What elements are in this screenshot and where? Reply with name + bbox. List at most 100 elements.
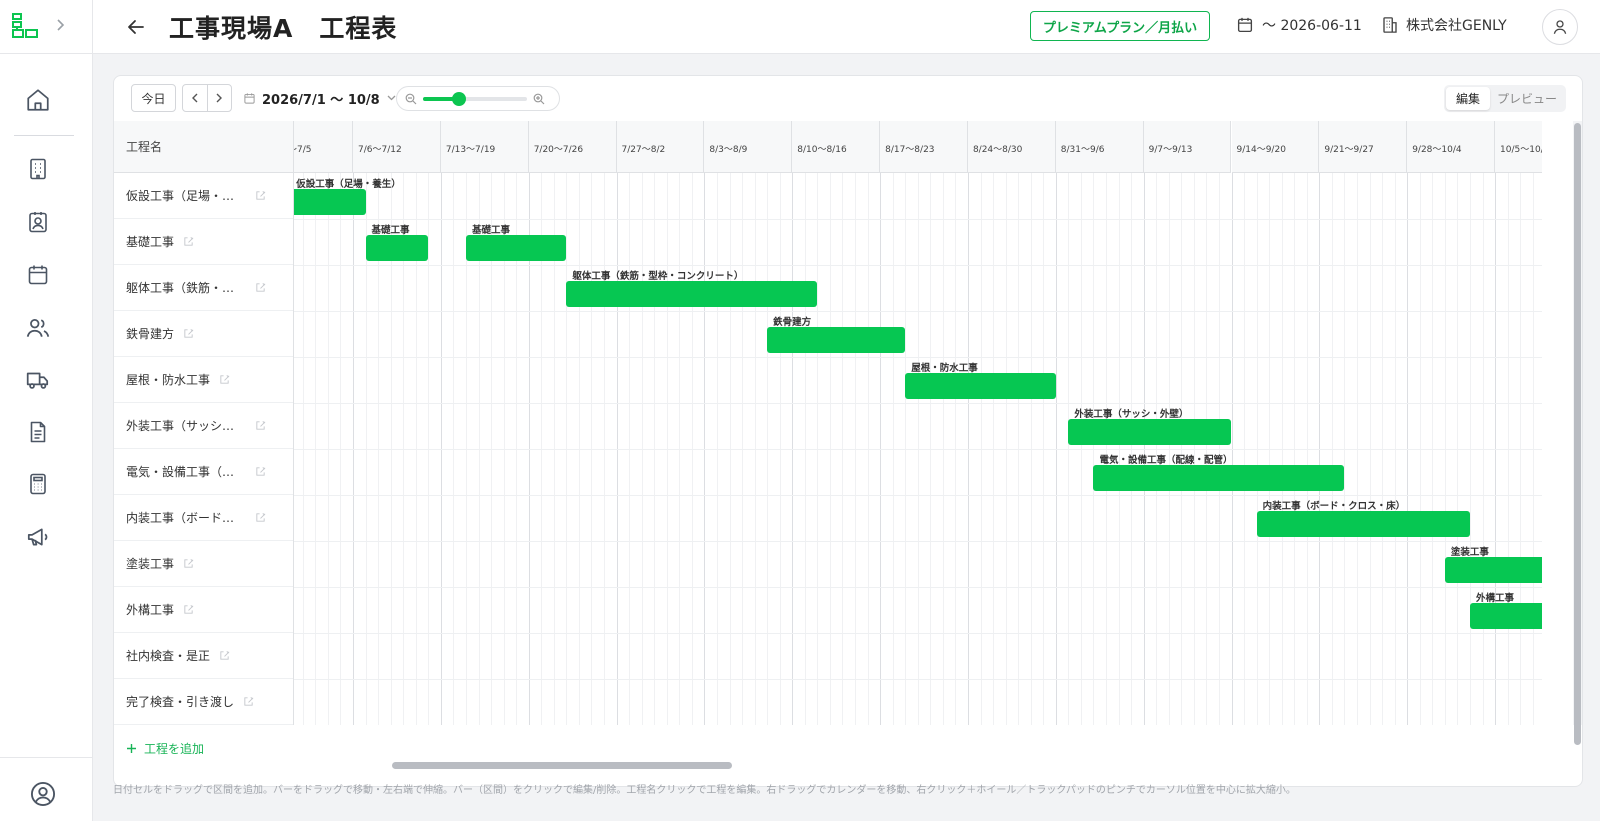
task-row[interactable]: 社内検査・是正 (114, 633, 293, 679)
edit-icon[interactable] (255, 420, 266, 431)
user-menu-button[interactable] (1542, 9, 1578, 45)
back-button[interactable] (123, 14, 149, 40)
truck-icon (25, 367, 51, 393)
task-bar[interactable] (1093, 465, 1345, 491)
horizontal-scrollbar-thumb[interactable] (392, 762, 732, 769)
contract-period: 〜 2026-06-11 (1236, 15, 1362, 35)
task-bar-label: 塗装工事 (1450, 547, 1489, 558)
sidebar-item-schedule[interactable] (21, 258, 55, 292)
zoom-control (396, 86, 560, 111)
task-bar[interactable] (1068, 419, 1232, 445)
task-bar[interactable] (1444, 557, 1542, 583)
task-row[interactable]: 基礎工事 (114, 219, 293, 265)
gantt-toolbar: 今日 2026/7/1 〜 10/8 編集 プレビュー (114, 76, 1582, 122)
next-period-button[interactable] (208, 85, 232, 111)
top-header: 工事現場A 工程表 プレミアムプラン／月払い 〜 2026-06-11 株式会社… (93, 0, 1600, 54)
row-gridline (294, 311, 1542, 312)
add-task-label: 工程を追加 (144, 742, 205, 756)
gantt-timeline[interactable]: 〜7/57/6〜7/127/13〜7/197/20〜7/267/27〜8/28/… (294, 121, 1542, 725)
task-bar[interactable] (566, 281, 818, 307)
week-header: 8/31〜9/6 (1055, 121, 1144, 173)
row-gridline (294, 219, 1542, 220)
edit-icon[interactable] (183, 558, 194, 569)
task-name: 外構工事 (126, 603, 175, 617)
edit-icon[interactable] (219, 374, 230, 385)
edit-icon[interactable] (255, 512, 266, 523)
zoom-out-icon[interactable] (405, 93, 417, 105)
chevron-right-icon[interactable] (54, 17, 66, 33)
task-row[interactable]: 完了検査・引き渡し (114, 679, 293, 725)
sidebar (0, 0, 93, 821)
task-bar[interactable] (767, 327, 906, 353)
task-bar-label: 鉄骨建方 (773, 317, 812, 328)
chevron-right-icon (214, 92, 224, 104)
sidebar-bottom-divider (0, 757, 93, 758)
sidebar-item-estimates[interactable] (21, 467, 55, 501)
task-row[interactable]: 外構工事 (114, 587, 293, 633)
task-bar[interactable] (294, 189, 366, 215)
week-header: 7/13〜7/19 (440, 121, 529, 173)
edit-icon[interactable] (255, 282, 266, 293)
task-bar[interactable] (1256, 511, 1470, 537)
week-header: 8/10〜8/16 (792, 121, 881, 173)
task-row[interactable]: 電気・設備工事（配線・配管） (114, 449, 293, 495)
app-logo[interactable] (12, 13, 39, 39)
mode-edit-button[interactable]: 編集 (1446, 87, 1490, 110)
task-bar-label: 基礎工事 (371, 225, 410, 236)
task-bar-label: 外構工事 (1475, 593, 1514, 604)
sidebar-item-announcements[interactable] (21, 520, 55, 554)
today-button[interactable]: 今日 (131, 84, 176, 112)
task-name: 外装工事（サッシ・外壁） (126, 419, 246, 433)
sidebar-item-delivery[interactable] (21, 363, 55, 397)
mode-preview-button[interactable]: プレビュー (1490, 87, 1564, 110)
company-name: 株式会社GENLY (1406, 18, 1507, 34)
task-row[interactable]: 躯体工事（鉄筋・型枠・コンクリート） (114, 265, 293, 311)
sidebar-item-buildings[interactable] (21, 152, 55, 186)
add-task-button[interactable]: 工程を追加 (126, 740, 204, 757)
edit-icon[interactable] (255, 190, 266, 201)
edit-icon[interactable] (183, 604, 194, 615)
task-name: 仮設工事（足場・養生） (126, 189, 246, 203)
task-name: 屋根・防水工事 (126, 373, 211, 387)
task-bar[interactable] (905, 373, 1056, 399)
sidebar-item-documents[interactable] (21, 415, 55, 449)
task-bar-label: 仮設工事（足場・養生） (296, 179, 401, 190)
plus-icon (126, 743, 137, 754)
task-bar-label: 基礎工事 (471, 225, 510, 236)
week-header: 8/17〜8/23 (880, 121, 968, 173)
zoom-slider[interactable] (423, 91, 527, 106)
sidebar-item-workers[interactable] (21, 205, 55, 239)
sidebar-item-members[interactable] (21, 311, 55, 345)
edit-icon[interactable] (219, 650, 230, 661)
task-bar-label: 内装工事（ボード・クロス・床） (1262, 501, 1406, 512)
task-row[interactable]: 外装工事（サッシ・外壁） (114, 403, 293, 449)
row-gridline (294, 541, 1542, 542)
task-bar-label: 外装工事（サッシ・外壁） (1074, 409, 1189, 420)
mode-toggle: 編集 プレビュー (1444, 85, 1566, 112)
date-range-picker[interactable]: 2026/7/1 〜 10/8 (243, 85, 397, 111)
prev-period-button[interactable] (183, 85, 208, 111)
task-bar[interactable] (465, 235, 567, 261)
task-row[interactable]: 屋根・防水工事 (114, 357, 293, 403)
vertical-scrollbar-thumb[interactable] (1574, 123, 1581, 745)
task-row[interactable]: 内装工事（ボード・クロス・床） (114, 495, 293, 541)
zoom-slider-thumb[interactable] (452, 91, 467, 106)
task-name: 躯体工事（鉄筋・型枠・コンクリート） (126, 281, 246, 295)
sidebar-item-home[interactable] (21, 83, 55, 117)
vertical-scrollbar[interactable] (1573, 121, 1582, 745)
edit-icon[interactable] (183, 236, 194, 247)
task-row[interactable]: 仮設工事（足場・養生） (114, 173, 293, 219)
task-name: 基礎工事 (126, 235, 175, 249)
task-bar[interactable] (365, 235, 429, 261)
plan-badge[interactable]: プレミアムプラン／月払い (1030, 11, 1210, 41)
task-row[interactable]: 鉄骨建方 (114, 311, 293, 357)
edit-icon[interactable] (183, 328, 194, 339)
task-row[interactable]: 塗装工事 (114, 541, 293, 587)
task-bar[interactable] (1469, 603, 1542, 629)
edit-icon[interactable] (243, 696, 254, 707)
task-name: 内装工事（ボード・クロス・床） (126, 511, 246, 525)
building-icon (26, 156, 50, 182)
zoom-in-icon[interactable] (533, 93, 545, 105)
sidebar-item-account[interactable] (26, 777, 60, 811)
edit-icon[interactable] (255, 466, 266, 477)
